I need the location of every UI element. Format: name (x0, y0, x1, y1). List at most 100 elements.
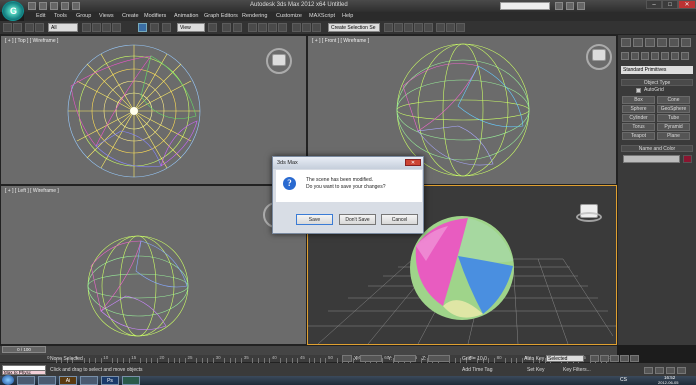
lock-selection-icon[interactable] (342, 355, 352, 362)
x-coord-field[interactable] (360, 355, 382, 362)
layer-manager-icon[interactable] (384, 23, 393, 32)
display-tab-icon[interactable] (669, 38, 679, 47)
select-and-rotate-icon[interactable] (150, 23, 159, 32)
cone-button[interactable]: Cone (657, 96, 690, 104)
select-and-scale-icon[interactable] (162, 23, 171, 32)
cancel-button[interactable]: Cancel (381, 214, 418, 225)
taskbar-folder-icon[interactable] (38, 376, 56, 385)
percent-snap-icon[interactable] (268, 23, 277, 32)
redo-icon[interactable] (72, 2, 80, 10)
search-icon[interactable] (555, 2, 563, 10)
set-key-button[interactable]: Set Key (527, 367, 545, 373)
hierarchy-tab-icon[interactable] (645, 38, 655, 47)
help-search-input[interactable] (500, 2, 550, 10)
language-indicator[interactable]: CS (620, 377, 627, 383)
open-file-icon[interactable] (39, 2, 47, 10)
viewcube-perspective-ring[interactable] (576, 212, 602, 222)
autogrid-checkbox[interactable] (636, 88, 641, 93)
snaps-toggle-icon[interactable] (248, 23, 257, 32)
help-icon[interactable] (577, 2, 585, 10)
sphere-button[interactable]: Sphere (622, 105, 655, 113)
spacewarps-icon[interactable] (671, 52, 679, 60)
rendered-frame-icon[interactable] (446, 23, 455, 32)
keyboard-shortcut-icon[interactable] (233, 23, 242, 32)
mirror-icon[interactable] (302, 23, 311, 32)
object-type-rollout[interactable]: Object Type (621, 79, 693, 86)
taskbar-3dsmax-icon[interactable] (122, 376, 140, 385)
save-file-icon[interactable] (50, 2, 58, 10)
star-icon[interactable] (566, 2, 574, 10)
time-slider[interactable] (0, 345, 617, 355)
utilities-tab-icon[interactable] (681, 38, 691, 47)
prev-frame-icon[interactable] (600, 355, 609, 362)
material-editor-icon[interactable] (424, 23, 433, 32)
menu-maxscript[interactable]: MAXScript (309, 13, 335, 19)
object-name-input[interactable] (623, 155, 680, 163)
cylinder-button[interactable]: Cylinder (622, 114, 655, 122)
pan-icon[interactable] (666, 367, 675, 374)
box-button[interactable]: Box (622, 96, 655, 104)
select-manipulate-icon[interactable] (222, 23, 231, 32)
unlink-icon[interactable] (35, 23, 44, 32)
window-crossing-icon[interactable] (112, 23, 121, 32)
menu-graph-editors[interactable]: Graph Editors (204, 13, 238, 19)
time-slider-thumb[interactable]: 0 / 100 (2, 346, 46, 353)
shapes-icon[interactable] (631, 52, 639, 60)
menu-create[interactable]: Create (122, 13, 139, 19)
menu-views[interactable]: Views (99, 13, 114, 19)
new-file-icon[interactable] (28, 2, 36, 10)
primitive-category-dropdown[interactable]: Standard Primitives (621, 66, 693, 74)
next-frame-icon[interactable] (620, 355, 629, 362)
orbit-icon[interactable] (677, 367, 686, 374)
y-coord-field[interactable] (394, 355, 416, 362)
torus-button[interactable]: Torus (622, 123, 655, 131)
taskbar-explorer-icon[interactable] (17, 376, 35, 385)
spinner-snap-icon[interactable] (278, 23, 287, 32)
tube-button[interactable]: Tube (657, 114, 690, 122)
named-selection-dropdown[interactable]: Create Selection Se (328, 23, 380, 32)
goto-start-icon[interactable] (590, 355, 599, 362)
zoom-all-icon[interactable] (655, 367, 664, 374)
menu-modifiers[interactable]: Modifiers (144, 13, 166, 19)
object-color-swatch[interactable] (683, 155, 692, 163)
play-icon[interactable] (610, 355, 619, 362)
teapot-button[interactable]: Teapot (622, 132, 655, 140)
maximize-button[interactable]: □ (662, 0, 678, 9)
viewport-top[interactable]: [ + ] [ Top ] [ Wireframe ] (0, 35, 307, 185)
goto-end-icon[interactable] (630, 355, 639, 362)
auto-key-button[interactable]: Auto Key (524, 356, 544, 362)
dont-save-button[interactable]: Don't Save (339, 214, 376, 225)
app-logo-icon[interactable]: G (2, 1, 24, 21)
menu-animation[interactable]: Animation (174, 13, 198, 19)
cameras-icon[interactable] (651, 52, 659, 60)
menu-help[interactable]: Help (342, 13, 353, 19)
undo-toolbar-icon[interactable] (3, 23, 12, 32)
key-filters-button[interactable]: Key Filters... (563, 367, 591, 373)
pyramid-button[interactable]: Pyramid (657, 123, 690, 131)
curve-editor-icon[interactable] (404, 23, 413, 32)
save-button[interactable]: Save (296, 214, 333, 225)
menu-group[interactable]: Group (76, 13, 91, 19)
lights-icon[interactable] (641, 52, 649, 60)
undo-icon[interactable] (61, 2, 69, 10)
geosphere-button[interactable]: GeoSphere (657, 105, 690, 113)
align-icon[interactable] (312, 23, 321, 32)
taskbar-photoshop-icon[interactable]: Ps (101, 376, 119, 385)
plane-button[interactable]: Plane (657, 132, 690, 140)
z-coord-field[interactable] (428, 355, 450, 362)
select-by-name-icon[interactable] (92, 23, 101, 32)
taskbar-app-icon[interactable] (80, 376, 98, 385)
link-icon[interactable] (25, 23, 34, 32)
pivot-center-icon[interactable] (208, 23, 217, 32)
add-time-tag[interactable]: Add Time Tag (462, 367, 492, 373)
schematic-view-icon[interactable] (414, 23, 423, 32)
menu-customize[interactable]: Customize (276, 13, 302, 19)
modify-tab-icon[interactable] (633, 38, 643, 47)
menu-tools[interactable]: Tools (54, 13, 67, 19)
zoom-icon[interactable] (644, 367, 653, 374)
dialog-close-button[interactable]: ✕ (405, 159, 421, 166)
viewcube-top[interactable] (272, 54, 286, 66)
systems-icon[interactable] (681, 52, 689, 60)
key-mode-dropdown[interactable]: Selected (546, 355, 584, 362)
viewcube-front[interactable] (592, 49, 606, 61)
